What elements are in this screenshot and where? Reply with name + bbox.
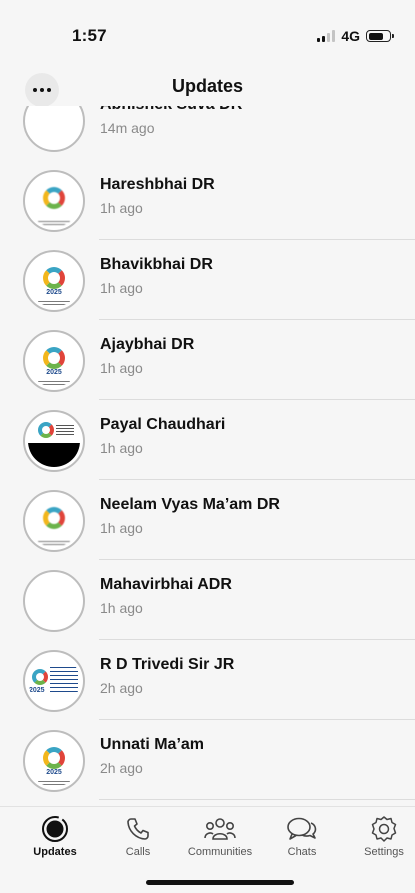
nav-bar: Updates [0, 66, 415, 107]
page-title: Updates [171, 76, 243, 96]
status-indicators: 4G [317, 28, 394, 44]
update-row[interactable]: Mahavirbhai ADR 1h ago [0, 560, 415, 640]
update-row[interactable]: Payal Chaudhari 1h ago [0, 400, 415, 480]
update-row[interactable]: Hareshbhai DR 1h ago [0, 160, 415, 240]
update-row[interactable]: 2025 R D Trivedi Sir JR 2h ago [0, 640, 415, 720]
battery-icon [366, 30, 394, 42]
update-time: 1h ago [100, 440, 143, 456]
tab-chats[interactable]: Chats [262, 815, 342, 858]
chats-icon [287, 817, 317, 840]
contact-name: Bhavikbhai DR [100, 256, 213, 273]
settings-icon [371, 816, 397, 842]
update-time: 1h ago [100, 520, 143, 536]
contact-name: Payal Chaudhari [100, 416, 226, 433]
update-row[interactable]: Abhishek Suva DR 14m ago [0, 106, 415, 160]
tab-label: Chats [287, 846, 317, 858]
contact-name: Hareshbhai DR [100, 176, 215, 193]
status-avatar[interactable]: 2025 [23, 250, 85, 312]
tab-settings[interactable]: Settings [344, 815, 415, 858]
update-time: 1h ago [100, 280, 143, 296]
contact-name: R D Trivedi Sir JR [100, 656, 235, 673]
tab-calls[interactable]: Calls [98, 815, 178, 858]
status-bar: 1:57 4G [0, 0, 415, 66]
status-avatar[interactable]: 2025 [23, 730, 85, 792]
update-row[interactable]: 2025 Bhavikbhai DR 1h ago [0, 240, 415, 320]
update-row[interactable]: Neelam Vyas Ma’am DR 1h ago [0, 480, 415, 560]
tab-bar: Updates Calls Communities Chats Settings [0, 806, 415, 893]
updates-list[interactable]: Abhishek Suva DR 14m ago Hareshbhai DR 1h a… [0, 106, 415, 806]
update-time: 1h ago [100, 200, 143, 216]
update-time: 2h ago [100, 760, 143, 776]
tab-label: Communities [187, 846, 253, 858]
contact-name: Neelam Vyas Ma’am DR [100, 496, 280, 513]
update-time: 1h ago [100, 600, 143, 616]
contact-name: Mahavirbhai ADR [100, 576, 232, 593]
update-time: 1h ago [100, 360, 143, 376]
tab-communities[interactable]: Communities [180, 815, 260, 858]
updates-icon [42, 816, 68, 842]
row-divider [99, 799, 415, 800]
update-time: 14m ago [100, 120, 155, 136]
signal-icon [317, 30, 336, 42]
status-time: 1:57 [72, 26, 107, 45]
update-row[interactable]: 2025 Unnati Ma’am 2h ago [0, 720, 415, 800]
status-avatar[interactable]: 2025 [23, 650, 85, 712]
update-row[interactable]: 2025 Ajaybhai DR 1h ago [0, 320, 415, 400]
status-avatar[interactable] [23, 106, 85, 152]
tab-label: Calls [125, 846, 151, 858]
tab-label: Updates [33, 846, 77, 858]
phone-icon [127, 818, 149, 840]
status-avatar[interactable] [23, 490, 85, 552]
tab-label: Settings [364, 846, 404, 858]
status-avatar[interactable]: 2025 [23, 330, 85, 392]
update-time: 2h ago [100, 680, 143, 696]
contact-name: Abhishek Suva DR [100, 106, 242, 114]
contact-name: Ajaybhai DR [100, 336, 195, 353]
tab-updates[interactable]: Updates [15, 815, 95, 858]
status-avatar[interactable] [23, 570, 85, 632]
network-label: 4G [341, 28, 360, 44]
status-avatar[interactable] [23, 410, 85, 472]
status-avatar[interactable] [23, 170, 85, 232]
communities-icon [204, 818, 236, 840]
home-indicator [146, 880, 294, 885]
contact-name: Unnati Ma’am [100, 736, 205, 753]
